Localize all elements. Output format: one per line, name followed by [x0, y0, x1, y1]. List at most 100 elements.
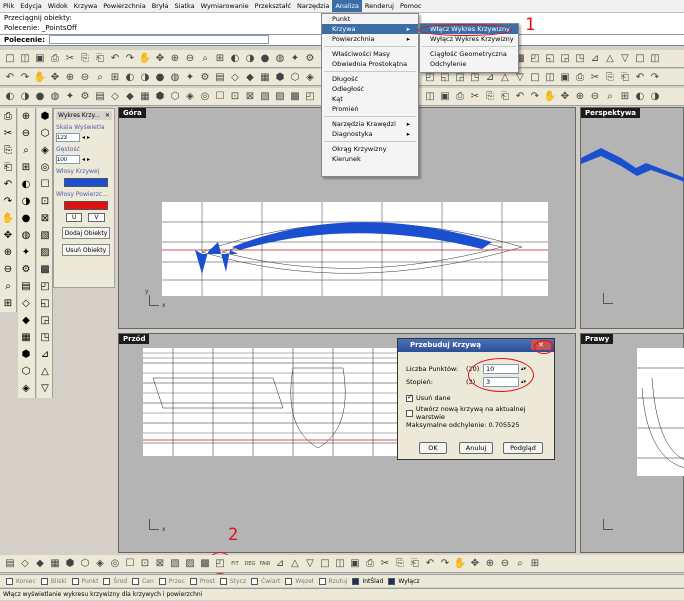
tool-icon[interactable]: □	[3, 52, 17, 66]
tool-icon[interactable]: ⊖	[78, 70, 92, 84]
tool-icon[interactable]: ⬢	[18, 346, 34, 363]
tool-icon[interactable]: ◈	[37, 142, 53, 159]
tool-icon[interactable]: ☐	[37, 176, 53, 193]
tool-icon[interactable]: ◫	[648, 52, 662, 66]
tool-icon[interactable]: ◲	[558, 52, 572, 66]
tool-icon[interactable]: ⊖	[498, 557, 512, 571]
tool-icon[interactable]: ◇	[18, 295, 34, 312]
tool-icon[interactable]: ▨	[37, 244, 53, 261]
close-icon[interactable]: ✕	[105, 112, 110, 119]
surface-hair-color[interactable]	[64, 201, 108, 210]
tool-icon[interactable]: ⬡	[18, 363, 34, 380]
tool-icon[interactable]: ✋	[33, 70, 47, 84]
tool-icon[interactable]: ◰	[528, 52, 542, 66]
tool-icon[interactable]: △	[603, 52, 617, 66]
osnap-checkbox[interactable]	[285, 577, 293, 585]
tool-icon[interactable]: ▽	[618, 52, 632, 66]
osnap-item[interactable]: Ćwiart	[251, 577, 280, 585]
tool-icon[interactable]: ◰	[37, 278, 53, 295]
tool-icon[interactable]: ◍	[18, 227, 34, 244]
tool-icon[interactable]: ◍	[273, 52, 287, 66]
tool-icon[interactable]: ⎗	[618, 70, 632, 84]
tool-icon[interactable]: ⎘	[0, 142, 16, 159]
osnap-item[interactable]: Cen	[132, 577, 154, 585]
tool-icon[interactable]: ⬢	[153, 90, 167, 104]
curve-hair-color[interactable]	[64, 178, 108, 187]
analysis-menu-item[interactable]: Powierzchnia ▸	[322, 34, 418, 44]
tool-icon[interactable]: ◆	[33, 557, 47, 571]
menu-10[interactable]: Analiza	[332, 0, 362, 12]
tool-icon[interactable]: ⌕	[0, 278, 16, 295]
tool-icon[interactable]: ↶	[513, 90, 527, 104]
arrow-left-icon[interactable]: ◂	[82, 134, 85, 141]
tool-icon[interactable]: ✂	[63, 52, 77, 66]
tool-icon[interactable]: ●	[33, 90, 47, 104]
tool-icon[interactable]: ↷	[438, 557, 452, 571]
osnap-item[interactable]: Prost	[189, 577, 215, 585]
tool-icon[interactable]: △	[37, 363, 53, 380]
tool-icon[interactable]: ▨	[183, 557, 197, 571]
tool-icon[interactable]: ◳	[37, 329, 53, 346]
menu-6[interactable]: Siatka	[172, 0, 198, 12]
menu-3[interactable]: Krzywa	[71, 0, 101, 12]
tool-icon[interactable]: ⊡	[138, 557, 152, 571]
add-objects-button[interactable]: Dodaj Obiekty	[62, 227, 110, 239]
tool-icon[interactable]: ▽	[37, 380, 53, 397]
analysis-menu-item[interactable]: Diagnostyka ▸	[322, 129, 418, 139]
tool-icon[interactable]: ⎘	[483, 90, 497, 104]
tool-icon[interactable]: ◱	[37, 295, 53, 312]
tool-icon[interactable]: ⌕	[93, 70, 107, 84]
analysis-menu-item[interactable]: Kąt	[322, 94, 418, 104]
tool-icon[interactable]: ⊞	[108, 70, 122, 84]
arrow-left-icon[interactable]: ◂	[82, 156, 85, 163]
tool-icon[interactable]: ⊠	[243, 90, 257, 104]
curve-submenu-item[interactable]: Ciągłość Geometryczna	[420, 49, 518, 59]
tool-icon[interactable]: ◫	[423, 90, 437, 104]
tool-icon[interactable]: ⊕	[18, 108, 34, 125]
tool-icon[interactable]: ⚙	[198, 70, 212, 84]
tool-icon[interactable]: ▩	[198, 557, 212, 571]
analysis-menu-item[interactable]: Okrąg Krzywizny	[322, 144, 418, 154]
tool-icon[interactable]: ↷	[123, 52, 137, 66]
analysis-menu-item[interactable]: Właściwości Masy	[322, 49, 418, 59]
tool-icon[interactable]: ⊕	[168, 52, 182, 66]
menu-9[interactable]: Narzędzia	[294, 0, 332, 12]
tool-icon[interactable]: ⌕	[513, 557, 527, 571]
tool-icon[interactable]: ⊠	[37, 210, 53, 227]
tool-icon[interactable]: ◎	[37, 159, 53, 176]
tool-icon[interactable]: ⊖	[183, 52, 197, 66]
tool-icon[interactable]: ◇	[228, 70, 242, 84]
tool-icon[interactable]: ▤	[3, 557, 17, 571]
tool-icon[interactable]: ⊿	[37, 346, 53, 363]
tool-icon[interactable]: ▣	[438, 90, 452, 104]
fair-tool-icon[interactable]: FAIR	[258, 557, 272, 571]
tool-icon[interactable]: ◈	[183, 90, 197, 104]
tool-icon[interactable]: ⊞	[528, 557, 542, 571]
osnap-item[interactable]: IntŚlad	[352, 577, 383, 585]
tool-icon[interactable]: ▦	[18, 329, 34, 346]
osnap-checkbox[interactable]	[318, 577, 326, 585]
osnap-checkbox[interactable]	[71, 577, 79, 585]
tool-icon[interactable]: ⚙	[303, 52, 317, 66]
osnap-item[interactable]: Punkt	[71, 577, 98, 585]
density-input[interactable]	[56, 155, 80, 164]
tool-icon[interactable]: ▽	[303, 557, 317, 571]
tool-icon[interactable]: ◰	[213, 557, 227, 571]
tool-icon[interactable]: ↶	[633, 70, 647, 84]
scale-input[interactable]	[56, 133, 80, 142]
delete-input-checkbox[interactable]	[406, 393, 413, 402]
tool-icon[interactable]: ✥	[558, 90, 572, 104]
tool-icon[interactable]: ⎘	[78, 52, 92, 66]
menu-1[interactable]: Edycja	[17, 0, 44, 12]
tool-icon[interactable]: ◎	[108, 557, 122, 571]
menu-11[interactable]: Renderuj	[362, 0, 397, 12]
scale-stepper[interactable]: ◂▸	[56, 133, 112, 142]
tool-icon[interactable]: ⎘	[393, 557, 407, 571]
tool-icon[interactable]: ⬡	[78, 557, 92, 571]
tool-icon[interactable]: ▣	[348, 557, 362, 571]
menu-12[interactable]: Pomoc	[397, 0, 425, 12]
tool-icon[interactable]: ◑	[648, 90, 662, 104]
tool-icon[interactable]: ▤	[18, 278, 34, 295]
tool-icon[interactable]: ✥	[0, 227, 16, 244]
tool-icon[interactable]: ⊿	[588, 52, 602, 66]
